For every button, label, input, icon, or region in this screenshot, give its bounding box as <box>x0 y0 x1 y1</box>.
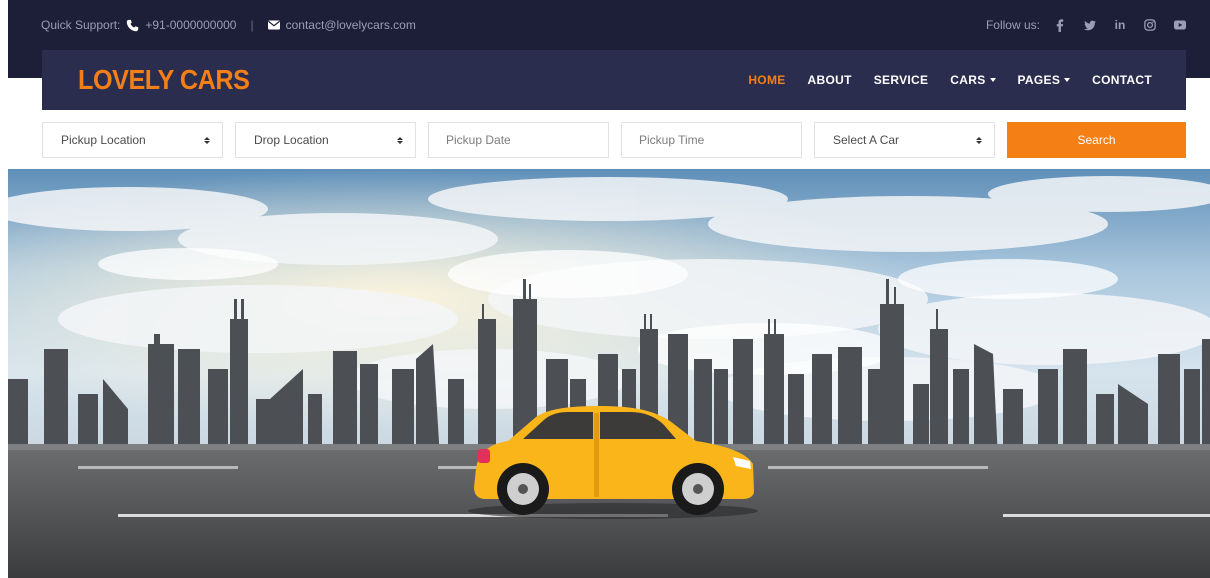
drop-location-value: Drop Location <box>254 133 329 147</box>
caret-down-icon <box>989 78 996 82</box>
youtube-icon[interactable] <box>1174 19 1186 31</box>
envelope-icon <box>267 20 280 30</box>
facebook-icon[interactable] <box>1054 18 1066 32</box>
twitter-icon[interactable] <box>1084 19 1096 31</box>
nav-cars-label: CARS <box>950 73 986 87</box>
pickup-location-value: Pickup Location <box>61 133 146 147</box>
social-links: Follow us: in <box>986 18 1186 32</box>
nav-contact[interactable]: CONTACT <box>1092 73 1152 87</box>
email-link[interactable]: contact@lovelycars.com <box>286 18 416 32</box>
nav-about[interactable]: ABOUT <box>808 73 852 87</box>
search-button[interactable]: Search <box>1007 122 1186 158</box>
nav-contact-label: CONTACT <box>1092 73 1152 87</box>
hero-banner <box>8 169 1210 578</box>
drop-location-select[interactable]: Drop Location <box>235 122 416 158</box>
nav-pages-dropdown[interactable]: PAGES <box>1018 73 1071 87</box>
select-arrows-icon <box>204 136 210 144</box>
nav-service[interactable]: SERVICE <box>874 73 929 87</box>
nav-home[interactable]: HOME <box>748 73 785 87</box>
linkedin-icon[interactable]: in <box>1114 18 1126 32</box>
main-navbar: LOVELY CARS HOME ABOUT SERVICE CARS PAGE… <box>42 50 1186 110</box>
nav-pages-label: PAGES <box>1017 73 1061 87</box>
phone-number[interactable]: +91-0000000000 <box>145 18 236 32</box>
pickup-location-select[interactable]: Pickup Location <box>42 122 223 158</box>
phone-icon <box>126 19 139 32</box>
select-car-value: Select A Car <box>833 133 900 147</box>
select-car-select[interactable]: Select A Car <box>814 122 995 158</box>
nav-about-label: ABOUT <box>807 73 852 87</box>
follow-label: Follow us: <box>985 18 1040 32</box>
select-arrows-icon <box>976 136 982 144</box>
support-label: Quick Support: <box>41 18 121 32</box>
nav-service-label: SERVICE <box>873 73 929 87</box>
pickup-date-placeholder: Pickup Date <box>446 133 511 147</box>
select-arrows-icon <box>397 136 403 144</box>
pickup-time-input[interactable]: Pickup Time <box>621 122 802 158</box>
main-nav: HOME ABOUT SERVICE CARS PAGES CONTACT <box>748 73 1152 87</box>
nav-home-label: HOME <box>748 73 786 87</box>
pickup-time-placeholder: Pickup Time <box>639 133 705 147</box>
caret-down-icon <box>1064 78 1071 82</box>
booking-search-form: Pickup Location Drop Location Pickup Dat… <box>42 122 1186 158</box>
support-info: Quick Support: +91-0000000000 | contact@… <box>41 18 416 32</box>
nav-cars-dropdown[interactable]: CARS <box>950 73 996 87</box>
divider: | <box>250 18 254 32</box>
pickup-date-input[interactable]: Pickup Date <box>428 122 609 158</box>
instagram-icon[interactable] <box>1144 19 1156 31</box>
site-logo[interactable]: LOVELY CARS <box>78 64 250 96</box>
hero-illustration <box>8 169 1210 578</box>
